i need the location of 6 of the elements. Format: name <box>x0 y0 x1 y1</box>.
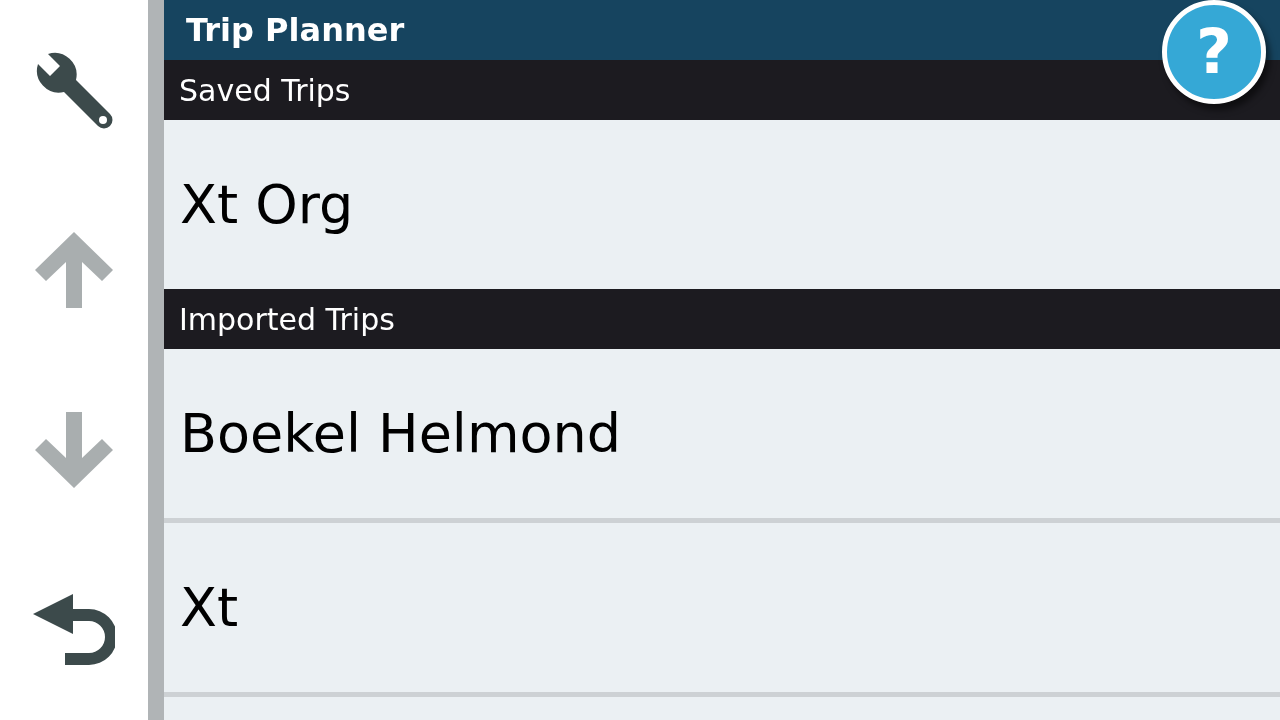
section-title: Imported Trips <box>179 300 395 339</box>
window-title: Trip Planner <box>186 10 405 51</box>
arrow-down-icon <box>35 412 113 488</box>
section-title: Saved Trips <box>179 71 351 110</box>
arrow-up-icon <box>35 232 113 308</box>
back-arrow-icon <box>33 594 115 666</box>
